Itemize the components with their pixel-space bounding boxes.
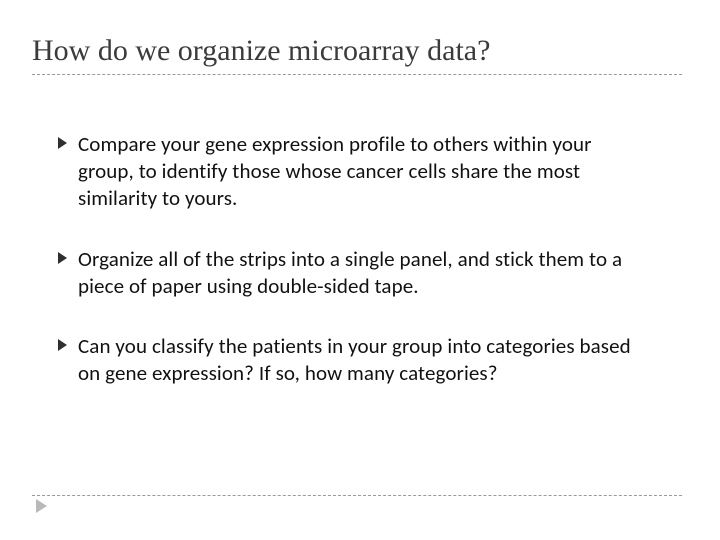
bullet-icon [58, 131, 78, 149]
slide: How do we organize microarray data? Comp… [0, 0, 720, 387]
bullet-text: Organize all of the strips into a single… [78, 246, 652, 300]
footer-divider [32, 495, 682, 496]
list-item: Compare your gene expression profile to … [58, 131, 652, 212]
list-item: Can you classify the patients in your gr… [58, 333, 652, 387]
bullet-icon [58, 333, 78, 351]
bullet-text: Can you classify the patients in your gr… [78, 333, 652, 387]
footer-caret-icon [36, 499, 47, 518]
list-item: Organize all of the strips into a single… [58, 246, 652, 300]
bullet-icon [58, 246, 78, 264]
slide-title: How do we organize microarray data? [32, 34, 682, 75]
slide-body: Compare your gene expression profile to … [32, 131, 682, 387]
bullet-text: Compare your gene expression profile to … [78, 131, 652, 212]
